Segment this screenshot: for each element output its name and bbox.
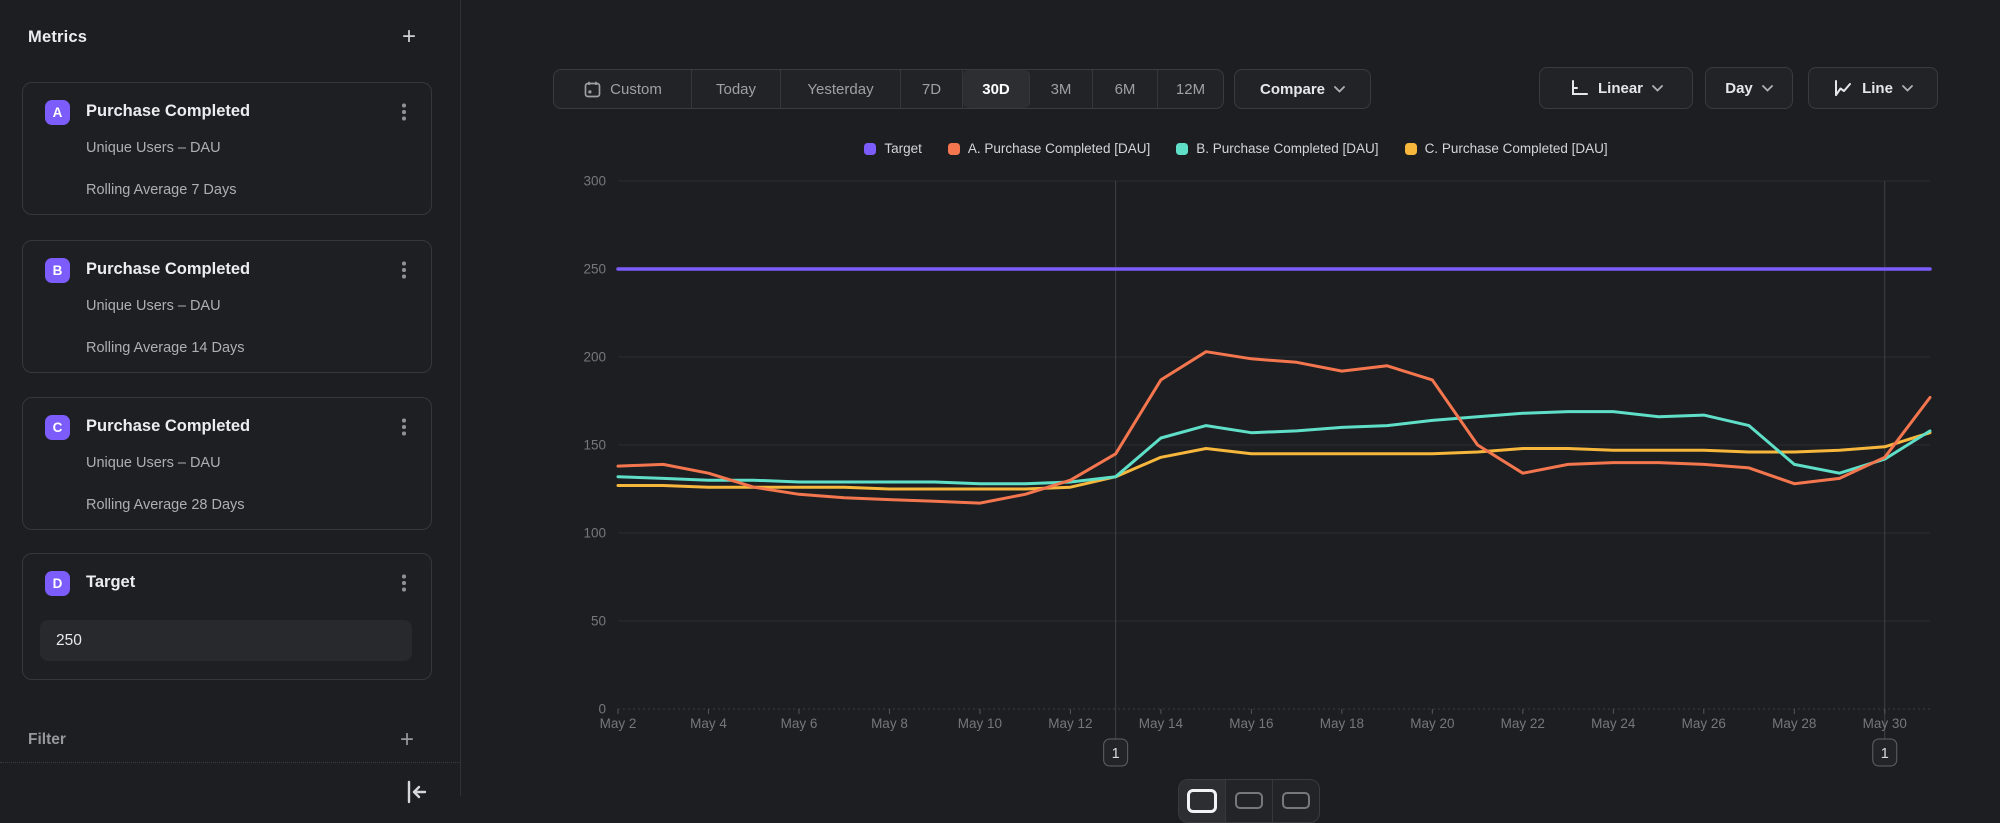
metric-rolling-average: Rolling Average 28 Days	[86, 497, 245, 513]
metric-badge-d: D	[45, 571, 70, 596]
target-value-input[interactable]	[40, 620, 412, 661]
chevron-down-icon	[1334, 86, 1345, 93]
kebab-menu-icon[interactable]	[395, 257, 413, 283]
y-axis-label-100: 100	[583, 526, 606, 541]
x-axis-label: May 30	[1863, 716, 1907, 731]
target-card[interactable]: D Target	[22, 553, 432, 680]
line-chart-icon	[1833, 78, 1853, 98]
x-axis-label: May 22	[1501, 716, 1545, 731]
kebab-menu-icon[interactable]	[395, 99, 413, 125]
target-title: Target	[86, 573, 135, 592]
metrics-header: Metrics +	[28, 22, 416, 52]
x-axis-label: May 2	[600, 716, 637, 731]
metric-rolling-average: Rolling Average 7 Days	[86, 182, 236, 198]
table-view-icon	[1235, 792, 1263, 809]
metrics-title: Metrics	[28, 28, 87, 47]
metric-card-c[interactable]: C Purchase Completed Unique Users – DAU …	[22, 397, 432, 530]
x-axis-label: May 10	[958, 716, 1002, 731]
range-12m-button[interactable]: 12M	[1158, 70, 1223, 108]
x-axis-label: May 20	[1410, 716, 1454, 731]
x-axis-label: May 8	[871, 716, 908, 731]
x-axis-label: May 28	[1772, 716, 1816, 731]
kebab-menu-icon[interactable]	[395, 570, 413, 596]
chart-type-dropdown-button[interactable]: Line	[1808, 67, 1938, 109]
metric-card-b[interactable]: B Purchase Completed Unique Users – DAU …	[22, 240, 432, 373]
sidebar-divider	[0, 762, 460, 763]
metric-badge-b: B	[45, 258, 70, 283]
filter-title: Filter	[28, 731, 66, 749]
linear-scale-icon	[1569, 78, 1589, 98]
chevron-down-icon	[1762, 85, 1773, 92]
metric-badge-a: A	[45, 100, 70, 125]
range-7d-button[interactable]: 7D	[901, 70, 963, 108]
metrics-line-chart: 0 50 100 150 200 250 300 May 2 May 4 May 6 May 8 Ma…	[540, 130, 2000, 796]
svg-text:1: 1	[1112, 746, 1120, 762]
y-axis-label-150: 150	[583, 438, 606, 453]
annotation-badge[interactable]: 1	[1104, 739, 1128, 766]
range-yesterday-button[interactable]: Yesterday	[781, 70, 901, 108]
details-view-icon	[1282, 792, 1310, 809]
y-axis-label-200: 200	[583, 350, 606, 365]
metric-measure: Unique Users – DAU	[86, 298, 221, 314]
view-chart-button[interactable]	[1179, 780, 1226, 822]
chevron-down-icon	[1652, 85, 1663, 92]
metric-title: Purchase Completed	[86, 102, 250, 121]
filter-header: Filter +	[28, 726, 414, 754]
x-axis-label: May 4	[690, 716, 727, 731]
metric-rolling-average: Rolling Average 14 Days	[86, 340, 245, 356]
x-axis-label: May 16	[1229, 716, 1273, 731]
range-3m-button[interactable]: 3M	[1030, 70, 1093, 108]
series-line-1	[618, 352, 1930, 503]
x-axis-label: May 18	[1320, 716, 1364, 731]
granularity-dropdown-button[interactable]: Day	[1705, 67, 1793, 109]
x-axis-label: May 24	[1591, 716, 1636, 731]
metric-measure: Unique Users – DAU	[86, 140, 221, 156]
collapse-sidebar-icon[interactable]	[402, 778, 430, 806]
x-axis-label: May 6	[781, 716, 818, 731]
range-6m-button[interactable]: 6M	[1093, 70, 1158, 108]
metric-card-a[interactable]: A Purchase Completed Unique Users – DAU …	[22, 82, 432, 215]
compare-button[interactable]: Compare	[1234, 69, 1371, 109]
date-range-control: Custom Today Yesterday 7D 30D 3M 6M 12M	[553, 69, 1224, 109]
chevron-down-icon	[1902, 85, 1913, 92]
calendar-icon	[583, 80, 602, 99]
chart-view-switcher	[1178, 779, 1320, 823]
y-axis-label-300: 300	[583, 174, 606, 189]
view-table-button[interactable]	[1226, 780, 1273, 822]
x-axis-label: May 12	[1048, 716, 1092, 731]
x-axis-label: May 26	[1682, 716, 1726, 731]
add-metric-icon[interactable]: +	[402, 27, 416, 47]
metrics-sidebar: Metrics + A Purchase Completed Unique Us…	[0, 0, 461, 796]
svg-text:1: 1	[1881, 746, 1889, 762]
range-custom-button[interactable]: Custom	[554, 70, 692, 108]
range-30d-button[interactable]: 30D	[963, 70, 1030, 108]
y-axis-label-0: 0	[598, 702, 606, 717]
metric-measure: Unique Users – DAU	[86, 455, 221, 471]
y-axis-label-50: 50	[591, 614, 606, 629]
range-today-button[interactable]: Today	[692, 70, 781, 108]
x-axis-label: May 14	[1139, 716, 1184, 731]
chart-view-icon	[1187, 789, 1217, 813]
metric-title: Purchase Completed	[86, 260, 250, 279]
scale-dropdown-button[interactable]: Linear	[1539, 67, 1693, 109]
view-details-button[interactable]	[1273, 780, 1319, 822]
add-filter-icon[interactable]: +	[400, 730, 414, 750]
y-axis-label-250: 250	[583, 262, 606, 277]
metric-title: Purchase Completed	[86, 417, 250, 436]
kebab-menu-icon[interactable]	[395, 414, 413, 440]
annotation-badge[interactable]: 1	[1873, 739, 1897, 766]
series-line-2	[618, 412, 1930, 484]
metric-badge-c: C	[45, 415, 70, 440]
